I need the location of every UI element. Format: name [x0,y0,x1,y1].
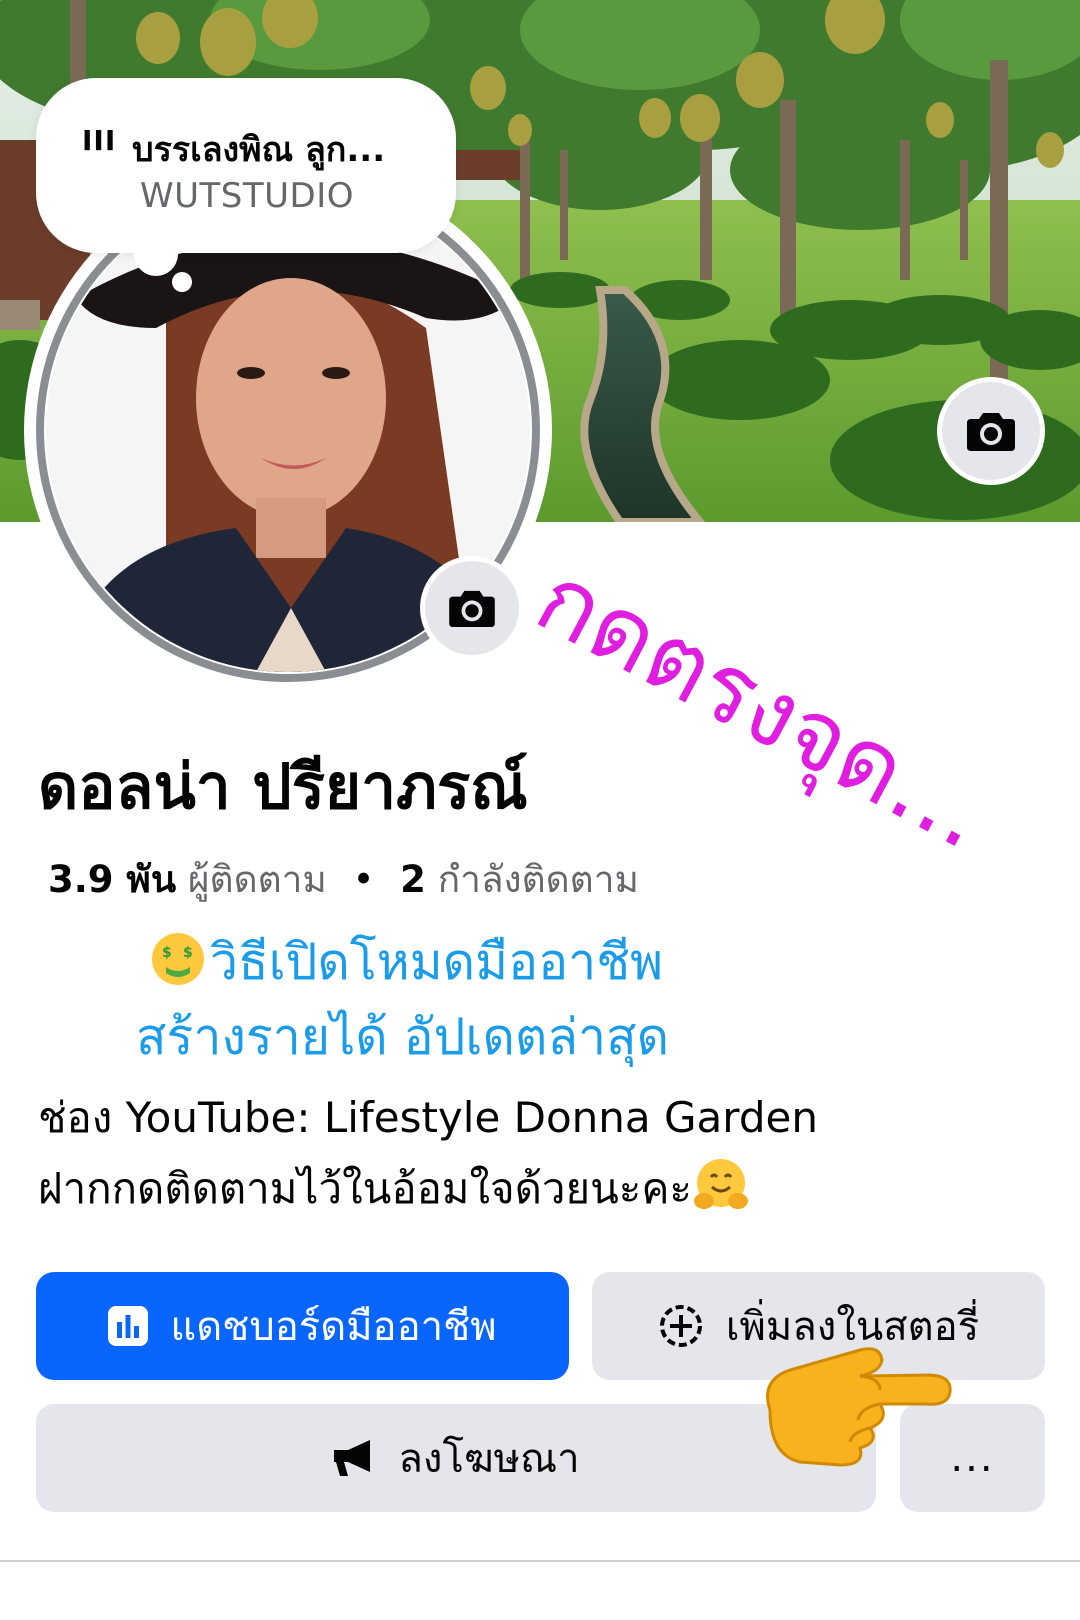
cover-camera-button[interactable] [937,377,1045,485]
promo-line-1: $ $ วิธีเปิดโหมดมืออาชีพ [150,925,663,999]
bio-line-2: ฝากกดติดตามไว้ในอ้อมใจด้วยนะคะ [38,1155,750,1222]
handwritten-overlay: กดตรงจุด... [518,540,1050,873]
following-count[interactable]: 2 [400,858,426,901]
camera-icon [449,590,495,627]
professional-dashboard-button[interactable]: แดชบอร์ดมืออาชีพ [36,1272,569,1380]
bio-line-2-text: ฝากกดติดตามไว้ในอ้อมใจด้วยนะคะ [38,1164,692,1213]
bubble-dot [134,232,178,276]
handwritten-text: กดตรงจุด... [530,541,1006,860]
advertise-button-label: ลงโฆษณา [398,1436,580,1482]
music-sticker[interactable]: III บรรเลงพิณ ลูก... WUTSTUDIO [36,78,456,253]
svg-text:$: $ [162,945,172,961]
following-label[interactable]: กำลังติดตาม [438,858,639,901]
promo-line-2: สร้างรายได้ อัปเดตล่าสุด [136,1008,670,1066]
dashboard-button-label: แดชบอร์ดมืออาชีพ [170,1304,497,1350]
hugging-emoji [694,1159,748,1209]
stats-separator: • [352,858,375,901]
section-divider [0,1560,1080,1562]
money-mouth-emoji: $ $ [152,933,204,985]
song-artist: WUTSTUDIO [140,176,354,216]
megaphone-icon [332,1438,376,1478]
add-story-icon [658,1303,704,1349]
bubble-dot [172,272,192,292]
song-title: บรรเลงพิณ ลูก... [132,130,386,170]
avatar-camera-button[interactable] [420,556,524,660]
music-bars-icon: III [82,124,117,157]
pointing-hand-emoji [730,1320,960,1484]
followers-label[interactable]: ผู้ติดตาม [188,858,327,901]
promo-line-1-text: วิธีเปิดโหมดมืออาชีพ [210,933,664,991]
followers-count[interactable]: 3.9 พัน [48,858,176,901]
profile-name: ดอลน่า ปรียาภรณ์ [38,750,528,823]
dashboard-icon [108,1306,149,1346]
svg-text:$: $ [183,945,193,961]
bio-line-1: ช่อง YouTube: Lifestyle Donna Garden [38,1093,818,1142]
camera-icon [967,413,1015,451]
